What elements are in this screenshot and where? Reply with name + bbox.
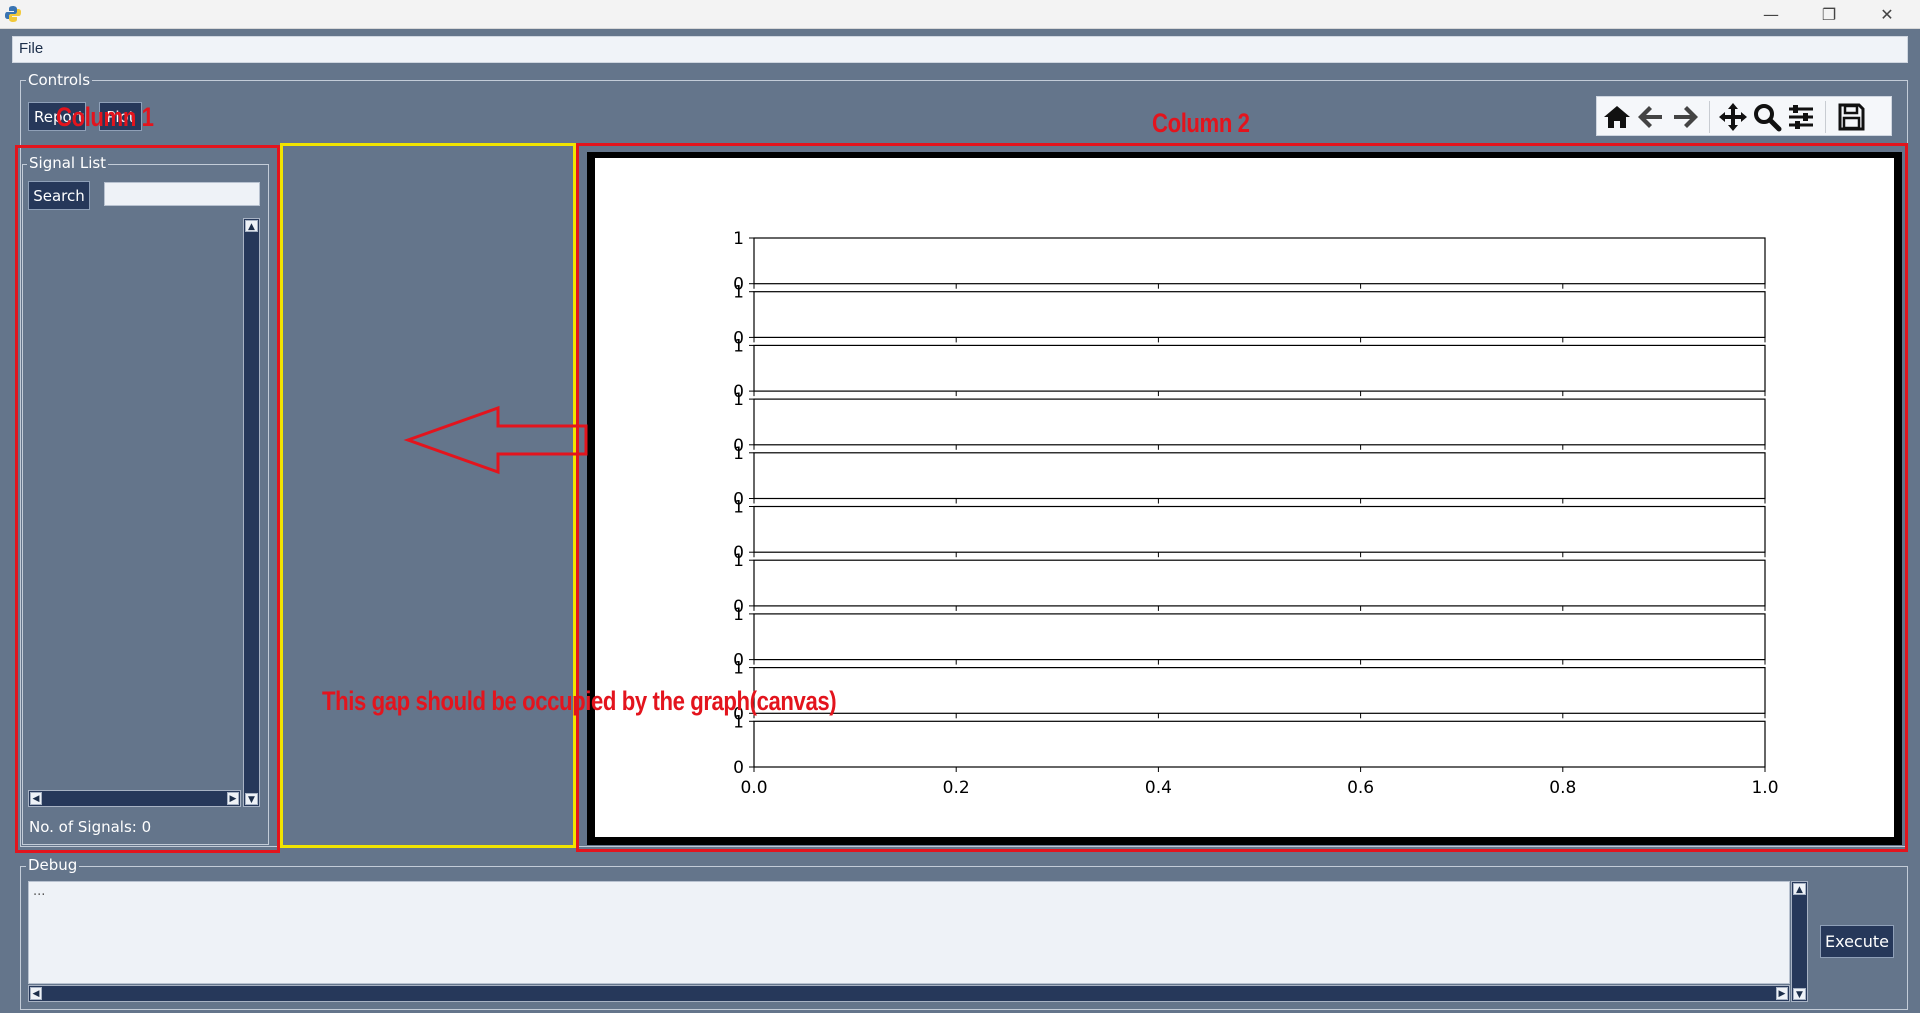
- file-menu[interactable]: File: [19, 40, 43, 57]
- close-icon[interactable]: ✕: [1858, 0, 1916, 29]
- minimize-icon[interactable]: —: [1742, 0, 1800, 29]
- scroll-right-icon[interactable]: ▶: [1776, 987, 1788, 1000]
- gap-highlight-box: [280, 143, 576, 848]
- debug-frame-label: Debug: [26, 856, 80, 874]
- execute-button[interactable]: Execute: [1820, 925, 1894, 958]
- scroll-down-icon[interactable]: ▼: [1793, 988, 1806, 1000]
- toolbar-separator: [1709, 101, 1710, 133]
- gap-annotation: This gap should be occupied by the graph…: [322, 686, 837, 716]
- column2-highlight-box: [576, 143, 1908, 852]
- forward-arrow-icon[interactable]: [1669, 101, 1701, 133]
- left-arrow-annotation-icon: [403, 405, 588, 475]
- debug-vertical-scrollbar[interactable]: ▲ ▼: [1791, 881, 1808, 1002]
- zoom-icon[interactable]: [1751, 101, 1783, 133]
- home-icon[interactable]: [1601, 101, 1633, 133]
- toolbar-separator: [1825, 101, 1826, 133]
- back-arrow-icon[interactable]: [1635, 101, 1667, 133]
- scroll-left-icon[interactable]: ◀: [30, 987, 42, 1000]
- debug-horizontal-scrollbar[interactable]: ◀ ▶: [28, 985, 1790, 1002]
- save-icon[interactable]: [1835, 101, 1867, 133]
- pan-icon[interactable]: [1717, 101, 1749, 133]
- debug-textbox[interactable]: ...: [28, 881, 1790, 984]
- window-titlebar: — ❐ ✕: [0, 0, 1920, 29]
- column1-annotation: Column 1: [56, 102, 154, 132]
- configure-icon[interactable]: [1785, 101, 1817, 133]
- python-app-icon: [5, 6, 21, 22]
- column1-highlight-box: [15, 145, 280, 853]
- plot-toolbar: [1596, 96, 1892, 136]
- column2-annotation: Column 2: [1152, 108, 1250, 138]
- restore-icon[interactable]: ❐: [1800, 0, 1858, 29]
- menu-bar: File: [12, 36, 1908, 63]
- scroll-up-icon[interactable]: ▲: [1793, 883, 1806, 895]
- controls-frame-label: Controls: [26, 71, 93, 89]
